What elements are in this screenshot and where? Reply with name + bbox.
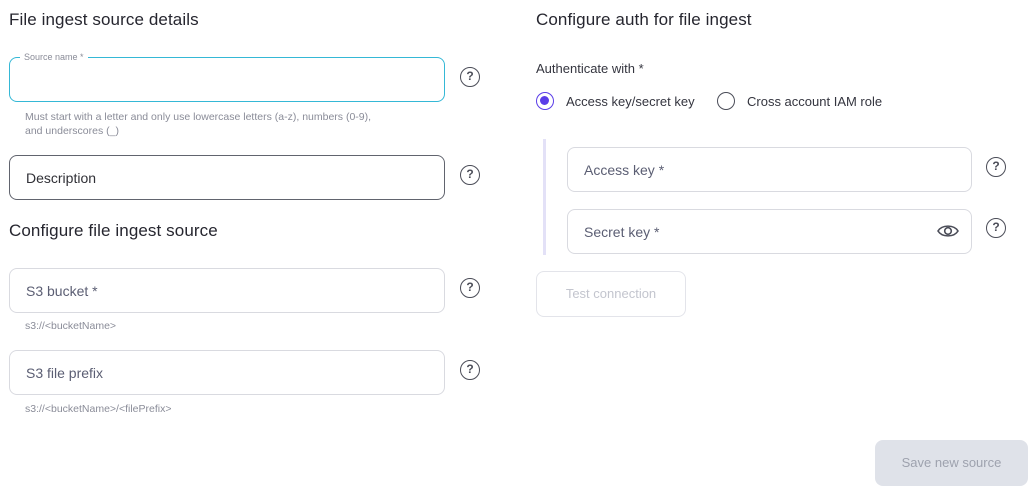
- secret-key-placeholder: Secret key *: [584, 223, 660, 240]
- source-name-label: Source name *: [20, 51, 88, 63]
- details-heading: File ingest source details: [9, 10, 199, 29]
- source-name-help-icon[interactable]: ?: [460, 67, 480, 87]
- s3-prefix-hint: s3://<bucketName>/<filePrefix>: [25, 403, 172, 415]
- authenticate-with-label: Authenticate with *: [536, 61, 644, 76]
- description-help-icon[interactable]: ?: [460, 165, 480, 185]
- source-name-hint-line-2: and underscores (_): [25, 125, 119, 137]
- access-key-help-icon[interactable]: ?: [986, 157, 1006, 177]
- configure-source-heading: Configure file ingest source: [9, 221, 218, 240]
- s3-bucket-field[interactable]: S3 bucket *: [9, 268, 445, 313]
- access-key-field[interactable]: Access key *: [567, 147, 972, 192]
- radio-iam-role-label[interactable]: Cross account IAM role: [747, 94, 882, 109]
- radio-access-key[interactable]: [536, 92, 554, 110]
- s3-prefix-help-icon[interactable]: ?: [460, 360, 480, 380]
- radio-access-key-label[interactable]: Access key/secret key: [566, 94, 695, 109]
- description-placeholder: Description: [26, 169, 97, 186]
- secret-key-field[interactable]: Secret key *: [567, 209, 972, 254]
- test-connection-button[interactable]: Test connection: [536, 271, 686, 317]
- s3-prefix-field[interactable]: S3 file prefix: [9, 350, 445, 395]
- auth-heading: Configure auth for file ingest: [536, 10, 752, 29]
- file-ingest-form: File ingest source details Source name *…: [0, 0, 1036, 495]
- eye-icon[interactable]: [936, 221, 960, 241]
- access-key-placeholder: Access key *: [584, 161, 665, 178]
- description-field[interactable]: Description: [9, 155, 445, 200]
- s3-bucket-hint: s3://<bucketName>: [25, 320, 117, 332]
- s3-bucket-help-icon[interactable]: ?: [460, 278, 480, 298]
- s3-bucket-placeholder: S3 bucket *: [26, 282, 98, 299]
- auth-group-indicator: [543, 139, 546, 255]
- save-new-source-button[interactable]: Save new source: [875, 440, 1028, 486]
- s3-prefix-placeholder: S3 file prefix: [26, 364, 104, 381]
- source-name-field[interactable]: Source name *: [9, 51, 445, 102]
- radio-iam-role[interactable]: [717, 92, 735, 110]
- source-name-hint-line-1: Must start with a letter and only use lo…: [25, 111, 372, 123]
- secret-key-help-icon[interactable]: ?: [986, 218, 1006, 238]
